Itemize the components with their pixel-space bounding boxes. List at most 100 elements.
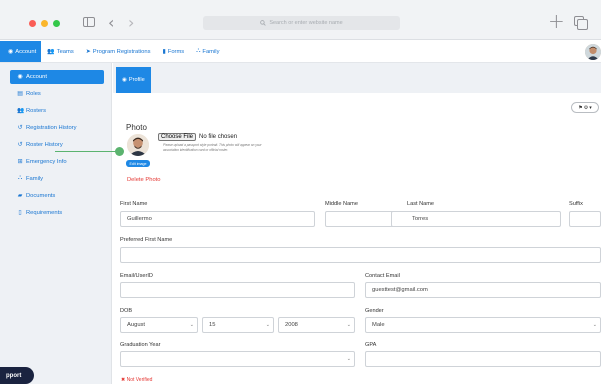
choose-file-button[interactable]: Choose File [158,133,197,141]
topnav-item-label: Family [202,48,220,55]
last-name-value: Torres [412,216,429,222]
chevron-down-icon: ⌄ [189,322,194,328]
settings-dropdown-button[interactable]: ⚑ ⚙ ▾ [571,102,599,113]
graduation-year-label: Graduation Year [120,342,161,348]
sidebar-item-requirements[interactable]: ▯ Requirements [0,204,111,221]
delete-photo-link[interactable]: Delete Photo [127,177,161,183]
sidebar-item-registration-history[interactable]: ↺ Registration History [0,119,111,136]
contact-email-value: guesttest@gmail.com [372,287,428,293]
photo-upload-row: Choose File No file chosen [158,133,237,141]
contact-email-label: Contact Email [365,273,400,279]
plus-square-icon: ⊞ [17,158,23,165]
browser-toolbar: ‹ › Search or enter website name + [0,0,601,40]
support-button[interactable]: pport [0,367,34,384]
contact-email-field[interactable]: guesttest@gmail.com [365,282,601,298]
middle-name-field[interactable] [325,211,397,227]
address-bar-placeholder: Search or enter website name [269,20,343,26]
search-icon [260,20,267,26]
topnav-item-label: Account [15,48,37,55]
address-bar[interactable]: Search or enter website name [203,16,400,30]
topnav-item-account[interactable]: ◉ Account [0,41,42,62]
history-icon: ↺ [17,141,23,148]
dob-day-select[interactable]: 15 ⌄ [202,317,274,333]
dob-day-value: 15 [209,322,216,328]
sidebar-item-rosters[interactable]: 👥 Rosters [0,102,111,119]
preferred-first-name-field[interactable] [120,247,601,263]
sidebar-item-label: Rosters [26,107,46,114]
sidebar-item-label: Roles [26,90,41,97]
chevron-down-icon: ⌄ [265,322,270,328]
users-icon: 👥 [17,107,25,114]
gear-icon: ⚙ [583,104,589,111]
sidebar-item-emergency-info[interactable]: ⊞ Emergency Info [0,153,111,170]
sidebar-item-label: Emergency Info [26,158,67,165]
dob-month-value: August [127,322,146,328]
sidebar-item-label: Requirements [26,209,63,216]
id-card-icon: ▤ [17,90,23,97]
sidebar-item-label: Registration History [26,124,77,131]
chevron-down-icon: ⌄ [346,356,351,362]
gender-select[interactable]: Male ⌄ [365,317,601,333]
gpa-field[interactable] [365,351,601,367]
email-userid-field[interactable] [120,282,355,298]
tab-profile[interactable]: ◉ Profile [116,67,151,93]
graduation-year-select[interactable]: ⌄ [120,351,355,367]
chevron-down-icon: ⌄ [592,322,597,328]
file-alt-icon: ▯ [18,209,22,216]
profile-tab-bar: ◉ Profile [113,63,601,93]
forward-arrow-icon[interactable]: › [128,13,134,32]
photo-section-title: Photo [126,123,147,132]
file-status-text: No file chosen [199,134,238,140]
sidebar-item-label: Documents [26,192,56,199]
first-name-field[interactable]: Guillermo [120,211,315,227]
topnav-item-teams[interactable]: 👥 Teams [41,41,80,62]
sitemap-icon: ⛬ [196,48,201,54]
sidebar-item-roles[interactable]: ▤ Roles [0,85,111,102]
back-arrow-icon[interactable]: ‹ [108,13,114,32]
preferred-first-name-label: Preferred First Name [120,237,173,243]
suffix-field[interactable] [569,211,601,227]
tab-label: Profile [128,77,145,83]
dob-month-select[interactable]: August ⌄ [120,317,198,333]
topnav-item-label: Forms [167,48,185,55]
topnav-item-program-registrations[interactable]: ➤ Program Registrations [80,41,157,62]
history-icon: ↺ [17,124,23,131]
close-window-button[interactable] [29,20,36,27]
user-circle-icon: ◉ [8,49,14,55]
minimize-window-button[interactable] [41,20,48,27]
user-avatar[interactable] [585,44,601,60]
first-name-value: Guillermo [127,216,152,222]
tab-overview-icon[interactable] [574,16,588,30]
connector-dot [115,147,124,156]
photo-hint-text: Please upload a passport style portrait.… [163,143,262,152]
not-verified-status: ✖ Not Verified [121,377,153,383]
topnav-item-forms[interactable]: ▮ Forms [156,41,190,62]
dob-year-value: 2008 [285,322,298,328]
sidebar-item-label: Account [26,74,47,80]
last-name-label: Last Name [407,201,435,207]
sidebar-toggle-icon[interactable] [83,17,95,27]
topnav-item-family[interactable]: ⛬ Family [190,41,225,62]
edit-image-button[interactable]: Edit image [126,160,150,167]
first-name-label: First Name [120,201,148,207]
zoom-window-button[interactable] [53,20,60,27]
sidebar: ◉ Account ▤ Roles 👥 Rosters ↺ Registrati… [0,63,112,384]
dob-year-select[interactable]: 2008 ⌄ [278,317,355,333]
user-circle-icon: ◉ [122,77,127,83]
file-icon: ▮ [162,49,166,55]
email-userid-label: Email/UserID [120,273,153,279]
last-name-field[interactable]: Torres [391,211,561,227]
sidebar-item-account[interactable]: ◉ Account [10,70,104,84]
sidebar-item-family[interactable]: ⛬ Family [0,170,111,187]
sidebar-item-documents[interactable]: ▰ Documents [0,187,111,204]
main-panel: ◉ Profile ⚑ ⚙ ▾ Photo Choose File No fil… [113,63,601,384]
dob-label: DOB [120,308,133,314]
users-icon: 👥 [47,49,55,55]
gender-value: Male [372,322,385,328]
folder-icon: ▰ [17,192,23,199]
profile-photo [127,134,149,156]
topnav-item-label: Teams [56,48,74,55]
sidebar-item-label: Family [26,175,44,182]
flag-icon: ⚑ [578,104,583,111]
new-tab-icon[interactable]: + [548,9,565,33]
